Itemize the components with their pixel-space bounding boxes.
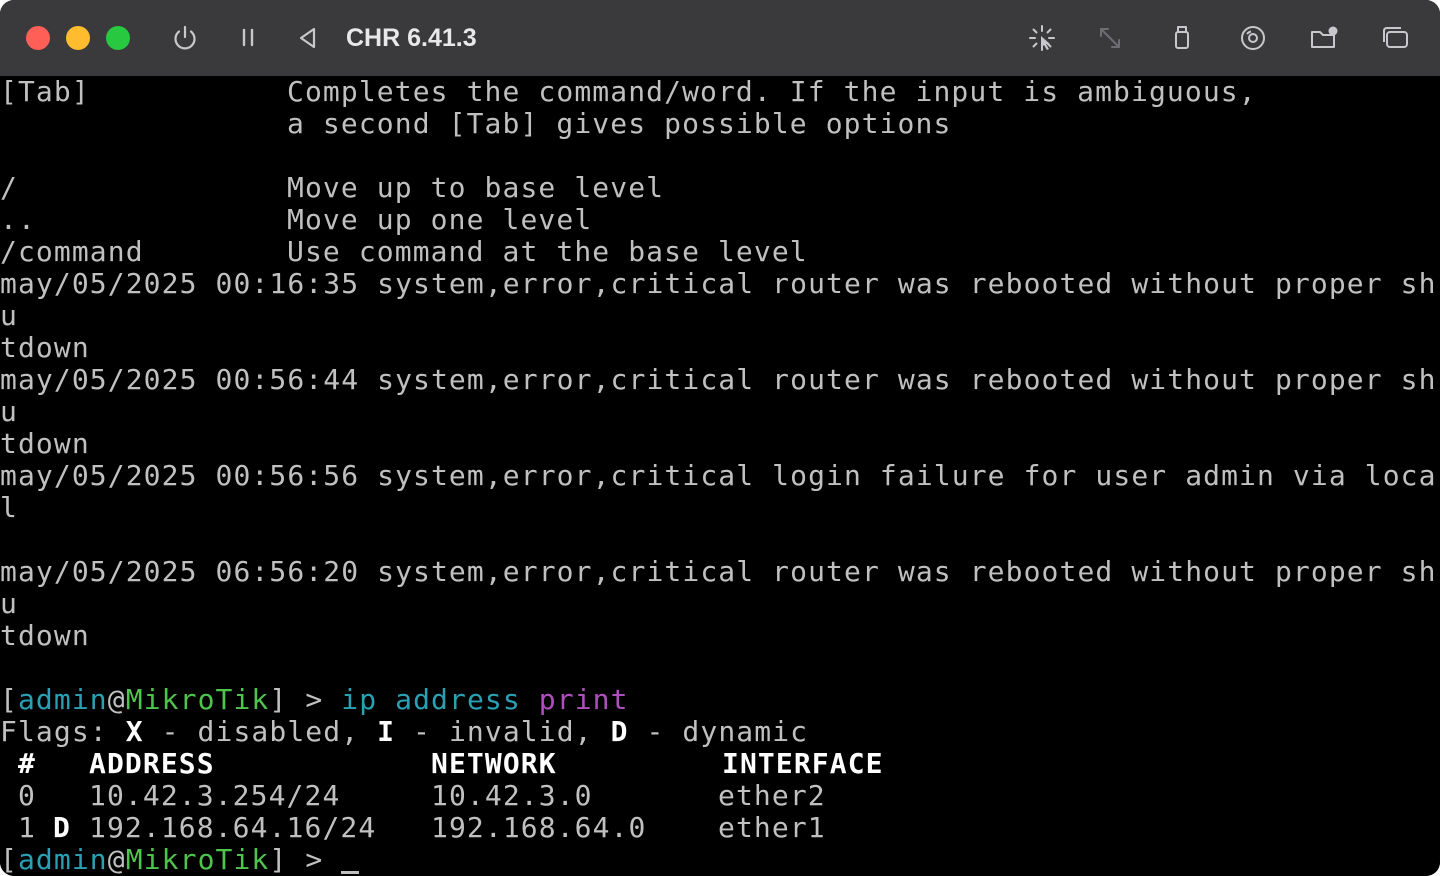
- capture-input-icon[interactable]: [1024, 20, 1060, 56]
- table-row-flag: D: [53, 811, 71, 844]
- resize-icon[interactable]: [1092, 20, 1128, 56]
- windows-icon[interactable]: [1377, 20, 1413, 56]
- table-row-network: 192.168.64.0: [431, 811, 647, 844]
- table-row-network: 10.42.3.0: [431, 779, 593, 812]
- log-line: tdown: [0, 331, 90, 364]
- table-row-interface: ether1: [718, 811, 826, 844]
- table-row-address: 10.42.3.254/24: [89, 779, 341, 812]
- log-line: may/05/2025 00:56:56 system,error,critic…: [0, 459, 1437, 492]
- text-cursor: [341, 871, 360, 874]
- log-line: may/05/2025 00:16:35 system,error,critic…: [0, 267, 1437, 300]
- flags-line: Flags: X - disabled, I - invalid, D - dy…: [0, 715, 809, 748]
- help-key: /: [0, 171, 18, 204]
- shared-folder-icon[interactable]: [1306, 20, 1342, 56]
- log-line: u: [0, 587, 18, 620]
- command-action: print: [538, 683, 629, 716]
- command-path: ip address: [341, 683, 521, 716]
- maximize-button[interactable]: [106, 26, 130, 50]
- power-icon[interactable]: [167, 20, 203, 56]
- log-line: u: [0, 299, 18, 332]
- help-key: ..: [0, 203, 36, 236]
- prompt-line[interactable]: [admin@MikroTik] >: [0, 844, 360, 876]
- help-desc: Move up to base level: [287, 171, 665, 204]
- log-line: tdown: [0, 619, 90, 652]
- table-row-address: 192.168.64.16/24: [89, 811, 377, 844]
- minimize-button[interactable]: [66, 26, 90, 50]
- pause-icon[interactable]: [230, 20, 266, 56]
- table-row-interface: ether2: [718, 779, 826, 812]
- help-desc: Use command at the base level: [287, 235, 808, 268]
- vm-window: CHR 6.41.3 [Tab] Completes the command/w…: [0, 0, 1440, 876]
- prompt-host: MikroTik: [125, 683, 270, 716]
- table-header-interface: INTERFACE: [722, 747, 884, 780]
- usb-icon[interactable]: [1164, 20, 1200, 56]
- log-line: may/05/2025 06:56:20 system,error,critic…: [0, 555, 1437, 588]
- log-line: tdown: [0, 427, 90, 460]
- log-line: may/05/2025 00:56:44 system,error,critic…: [0, 363, 1437, 396]
- command-line: [admin@MikroTik] > ip address print: [0, 684, 629, 716]
- help-desc: Move up one level: [287, 203, 593, 236]
- log-line: l: [0, 491, 18, 524]
- prompt-user: admin: [17, 683, 108, 716]
- table-header-num: #: [0, 747, 36, 780]
- help-desc: a second [Tab] gives possible options: [287, 107, 952, 140]
- help-line: [Tab]: [0, 75, 90, 108]
- table-header-address: ADDRESS: [89, 747, 215, 780]
- prompt-at: @: [107, 683, 126, 716]
- disk-icon[interactable]: [1235, 20, 1271, 56]
- close-button[interactable]: [26, 26, 50, 50]
- help-desc: Completes the command/word. If the input…: [287, 75, 1257, 108]
- table-row-num: 0: [0, 779, 36, 812]
- terminal-screen[interactable]: [Tab] Completes the command/word. If the…: [0, 76, 1440, 876]
- prompt-bracket: [: [0, 683, 18, 716]
- back-icon[interactable]: [289, 20, 325, 56]
- table-row-num: 1: [0, 811, 36, 844]
- window-title: CHR 6.41.3: [346, 24, 477, 52]
- prompt-close: ] >: [269, 683, 342, 716]
- help-key: /command: [0, 235, 144, 268]
- log-line: u: [0, 395, 18, 428]
- title-bar: CHR 6.41.3: [0, 0, 1440, 76]
- table-header-network: NETWORK: [431, 747, 557, 780]
